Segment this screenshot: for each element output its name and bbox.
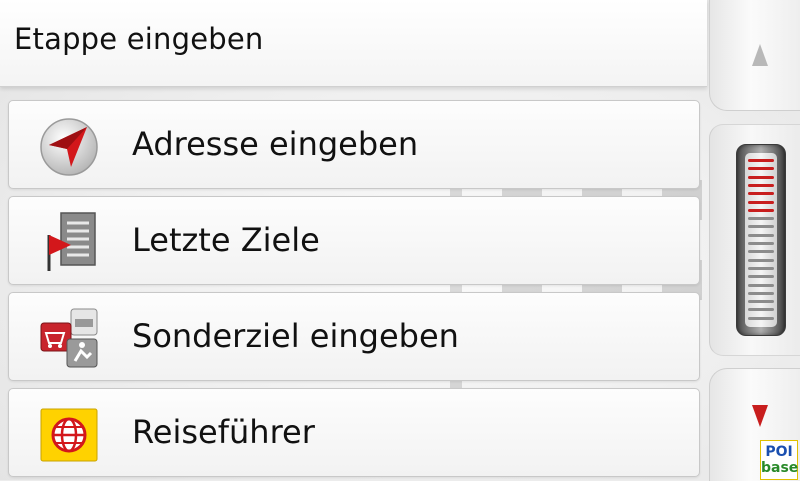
scrollbar-tick: [748, 291, 774, 295]
scrollbar-tick: [748, 159, 774, 162]
menu-item-label: Letzte Ziele: [132, 221, 320, 259]
scrollbar-tick: [748, 242, 774, 245]
scrollbar-tick: [748, 258, 774, 262]
scrollbar-tick: [748, 308, 774, 312]
scrollbar-track[interactable]: [736, 144, 786, 336]
menu-item-label: Adresse eingeben: [132, 125, 419, 163]
points-of-interest-icon: [40, 308, 98, 368]
menu-item-reisefuehrer[interactable]: Reiseführer: [8, 388, 700, 477]
page-title: Etappe eingeben: [14, 22, 264, 56]
navigation-arrow-icon: [40, 118, 98, 176]
scrollbar-tick: [748, 233, 774, 237]
header-bar: Etappe eingeben: [0, 0, 707, 87]
scrollbar-tick: [748, 225, 774, 229]
scrollbar-indicator: [745, 153, 777, 327]
menu-item-letzte-ziele[interactable]: Letzte Ziele: [8, 196, 700, 285]
poi-badge-line1: POI: [765, 444, 793, 460]
scrollbar-tick: [748, 275, 774, 279]
menu-item-adresse-eingeben[interactable]: Adresse eingeben: [8, 100, 700, 189]
scrollbar-tick: [748, 217, 774, 221]
menu-item-sonderziel-eingeben[interactable]: Sonderziel eingeben: [8, 292, 700, 381]
scrollbar-tick: [748, 250, 774, 254]
scrollbar-tick: [748, 200, 774, 204]
scrollbar-tick: [748, 316, 774, 320]
poi-base-badge: POI base: [760, 440, 798, 480]
scrollbar-tick: [748, 175, 774, 179]
menu-item-label: Reiseführer: [132, 413, 315, 451]
poi-badge-line2: base: [761, 460, 799, 476]
scrollbar-tick: [748, 283, 774, 287]
scrollbar-tick: [748, 183, 774, 187]
travel-guide-globe-icon: [40, 408, 98, 462]
chevron-down-icon: [752, 405, 768, 427]
scrollbar-tick: [748, 300, 774, 304]
chevron-up-icon: [752, 44, 768, 66]
scrollbar-tick: [748, 266, 774, 270]
scrollbar-tick: [748, 192, 774, 196]
scrollbar-tick: [748, 167, 774, 171]
scrollbar-tick: [748, 208, 774, 212]
recent-destinations-flag-icon: [47, 212, 96, 271]
menu-item-label: Sonderziel eingeben: [132, 317, 459, 355]
